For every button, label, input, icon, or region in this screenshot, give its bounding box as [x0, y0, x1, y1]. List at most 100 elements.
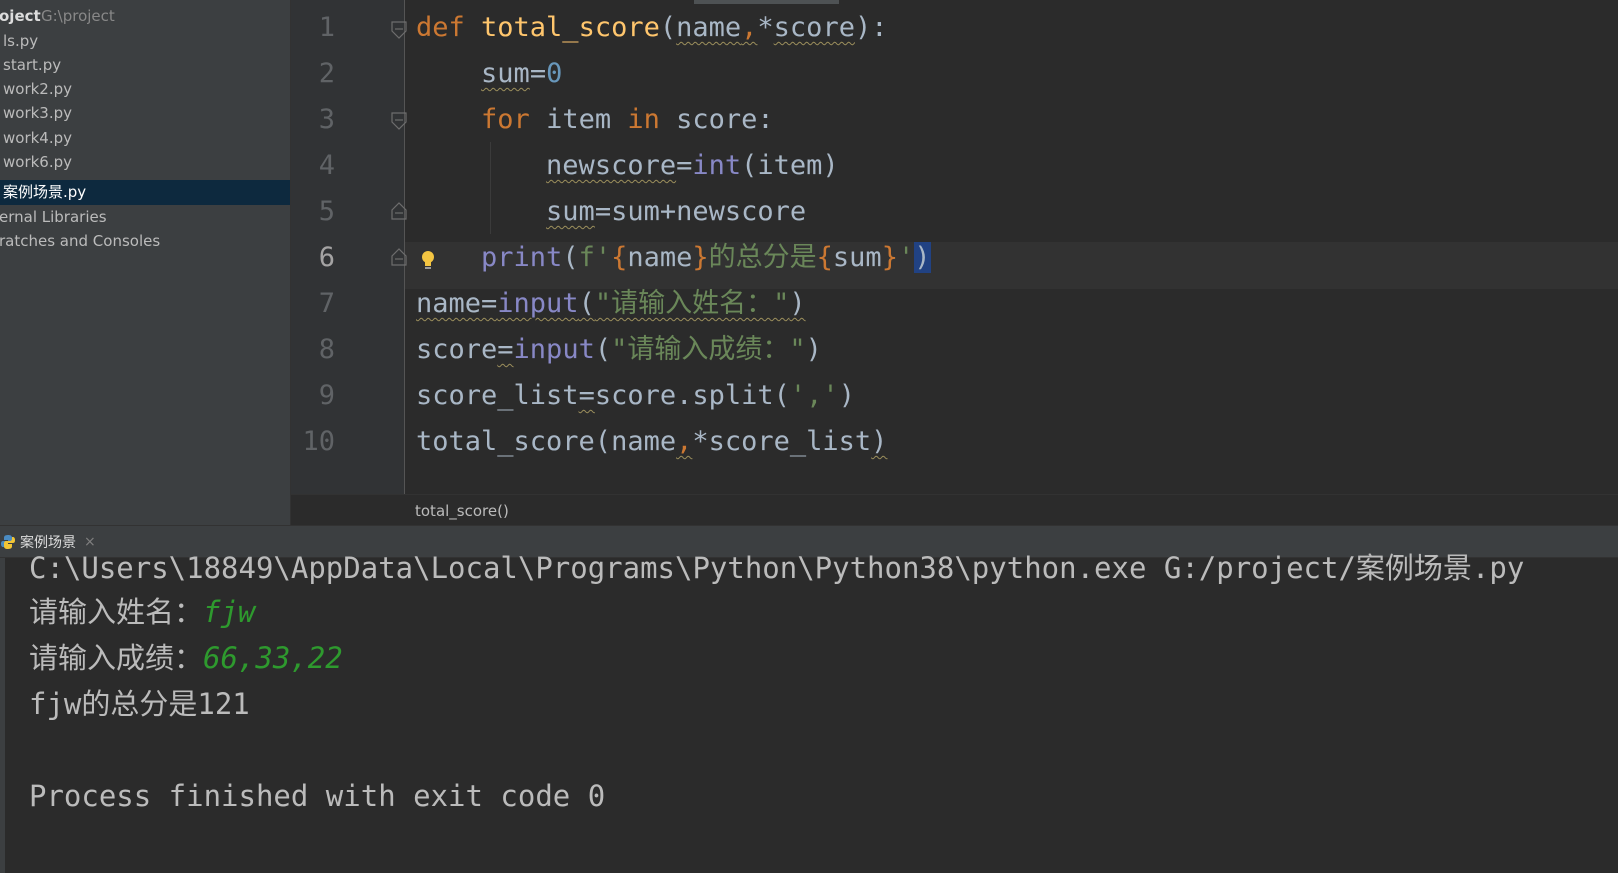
- project-root-path: G:\project: [41, 7, 115, 25]
- code-token: }: [692, 242, 709, 273]
- code-token: for: [481, 104, 547, 135]
- python-icon: [0, 534, 16, 550]
- file-label: work6.py: [3, 153, 73, 171]
- console-prompt: 请输入成绩：: [29, 641, 204, 675]
- breadcrumb-bar: total_score(): [291, 494, 1618, 526]
- console-command-line: C:\Users\18849\AppData\Local\Programs\Py…: [29, 548, 1524, 588]
- code-token: "请输入姓名：": [594, 288, 790, 319]
- code-line[interactable]: name=input("请输入姓名："): [416, 284, 806, 324]
- tree-item-file[interactable]: work2.py: [0, 77, 290, 102]
- code-line[interactable]: for item in score:: [416, 100, 774, 140]
- console-line: 请输入姓名：fjw: [29, 592, 255, 632]
- code-line[interactable]: newscore=int(item): [416, 146, 839, 186]
- code-token: ,: [676, 426, 693, 457]
- code-token: newscore: [546, 150, 677, 181]
- code-token: ): [805, 334, 822, 365]
- console-output-line: fjw的总分是121: [29, 687, 250, 721]
- fold-collapse-icon[interactable]: [391, 21, 407, 39]
- file-label: work3.py: [3, 104, 73, 122]
- console-command: C:\Users\18849\AppData\Local\Programs\Py…: [29, 551, 1525, 585]
- code-token: ):: [854, 12, 888, 43]
- code-line[interactable]: def total_score(name,*score):: [416, 8, 887, 48]
- fold-collapse-icon[interactable]: [391, 112, 407, 130]
- tree-item-external-libraries[interactable]: ernal Libraries: [0, 205, 290, 230]
- code-token: (: [659, 12, 677, 43]
- code-token: input: [497, 288, 579, 319]
- file-label: 案例场景.py: [3, 183, 87, 201]
- code-token: name: [627, 242, 693, 273]
- console-prompt: 请输入姓名：: [29, 595, 204, 629]
- code-token: "请输入成绩：": [611, 334, 806, 365]
- line-number: 5: [318, 196, 335, 227]
- breadcrumb[interactable]: total_score(): [415, 502, 509, 520]
- fold-end-icon[interactable]: [391, 202, 407, 220]
- code-token: sum: [832, 242, 882, 273]
- code-token: sum: [481, 58, 530, 89]
- file-label: work2.py: [3, 80, 73, 98]
- code-token: score: [416, 334, 498, 365]
- line-number: 8: [318, 334, 335, 365]
- code-token: ',': [789, 380, 839, 411]
- file-label: ls.py: [3, 32, 39, 50]
- code-token: int: [692, 150, 742, 181]
- code-token: =: [676, 150, 693, 181]
- line-number: 1: [318, 12, 335, 43]
- line-number: 9: [318, 380, 335, 411]
- file-label: start.py: [3, 56, 62, 74]
- project-root[interactable]: oject G:\project: [0, 4, 290, 29]
- console-user-input: 66,33,22: [203, 641, 343, 675]
- run-console[interactable]: C:\Users\18849\AppData\Local\Programs\Py…: [0, 551, 1618, 873]
- console-user-input: fjw: [203, 595, 256, 629]
- code-token: f': [578, 242, 612, 273]
- code-token: {: [611, 242, 628, 273]
- line-number: 7: [318, 288, 335, 319]
- scratches-label: ratches and Consoles: [0, 232, 161, 250]
- code-line[interactable]: print(f'{name}的总分是{sum}'): [416, 238, 931, 278]
- code-token: total_score(name: [416, 426, 677, 457]
- code-token: score.split(: [594, 380, 790, 411]
- code-token: total_score: [481, 12, 660, 43]
- code-token: print: [481, 242, 563, 273]
- tree-item-scratches[interactable]: ratches and Consoles: [0, 229, 290, 254]
- external-libraries-label: ernal Libraries: [0, 208, 107, 226]
- code-editor[interactable]: 1 2 3 4 5 6 7 8 9 10 def total_score(nam…: [291, 0, 1618, 526]
- tree-item-file[interactable]: work4.py: [0, 126, 290, 151]
- code-token: }: [881, 242, 898, 273]
- editor-tab-scroll-indicator: [694, 0, 839, 4]
- code-token: {: [816, 242, 833, 273]
- line-number: 4: [318, 150, 335, 181]
- code-token: 的总分是: [708, 242, 817, 273]
- fold-end-icon[interactable]: [391, 248, 407, 266]
- code-token: =: [529, 58, 547, 89]
- console-line: 请输入成绩：66,33,22: [29, 638, 343, 678]
- console-exit-line: Process finished with exit code 0: [29, 779, 606, 813]
- tree-item-file[interactable]: start.py: [0, 53, 290, 78]
- code-token: ): [914, 242, 931, 273]
- code-token: name: [676, 12, 742, 43]
- code-token: name=: [416, 288, 498, 319]
- tree-item-file[interactable]: work3.py: [0, 101, 290, 126]
- code-token: *: [757, 12, 774, 43]
- code-token: score:: [676, 104, 774, 135]
- code-line[interactable]: sum=sum+newscore: [416, 192, 806, 232]
- project-tree-panel: oject G:\project ls.py start.py work2.py…: [0, 0, 291, 525]
- tree-item-file[interactable]: work6.py: [0, 150, 290, 175]
- code-token: score: [773, 12, 855, 43]
- code-token: score_list: [416, 380, 579, 411]
- code-token: (: [562, 242, 579, 273]
- line-number: 3: [318, 104, 335, 135]
- tree-item-file-selected[interactable]: 案例场景.py: [0, 180, 290, 205]
- code-line[interactable]: score=input("请输入成绩："): [416, 330, 822, 370]
- code-token: 0: [546, 58, 563, 89]
- line-number: 2: [318, 58, 335, 89]
- code-line[interactable]: score_list=score.split(','): [416, 376, 855, 416]
- code-token: in: [627, 104, 677, 135]
- code-token: ': [897, 242, 915, 273]
- tree-item-file[interactable]: ls.py: [0, 29, 290, 54]
- code-token: =: [497, 334, 514, 365]
- code-line[interactable]: total_score(name,*score_list): [416, 422, 887, 462]
- code-line[interactable]: sum=0: [416, 54, 562, 94]
